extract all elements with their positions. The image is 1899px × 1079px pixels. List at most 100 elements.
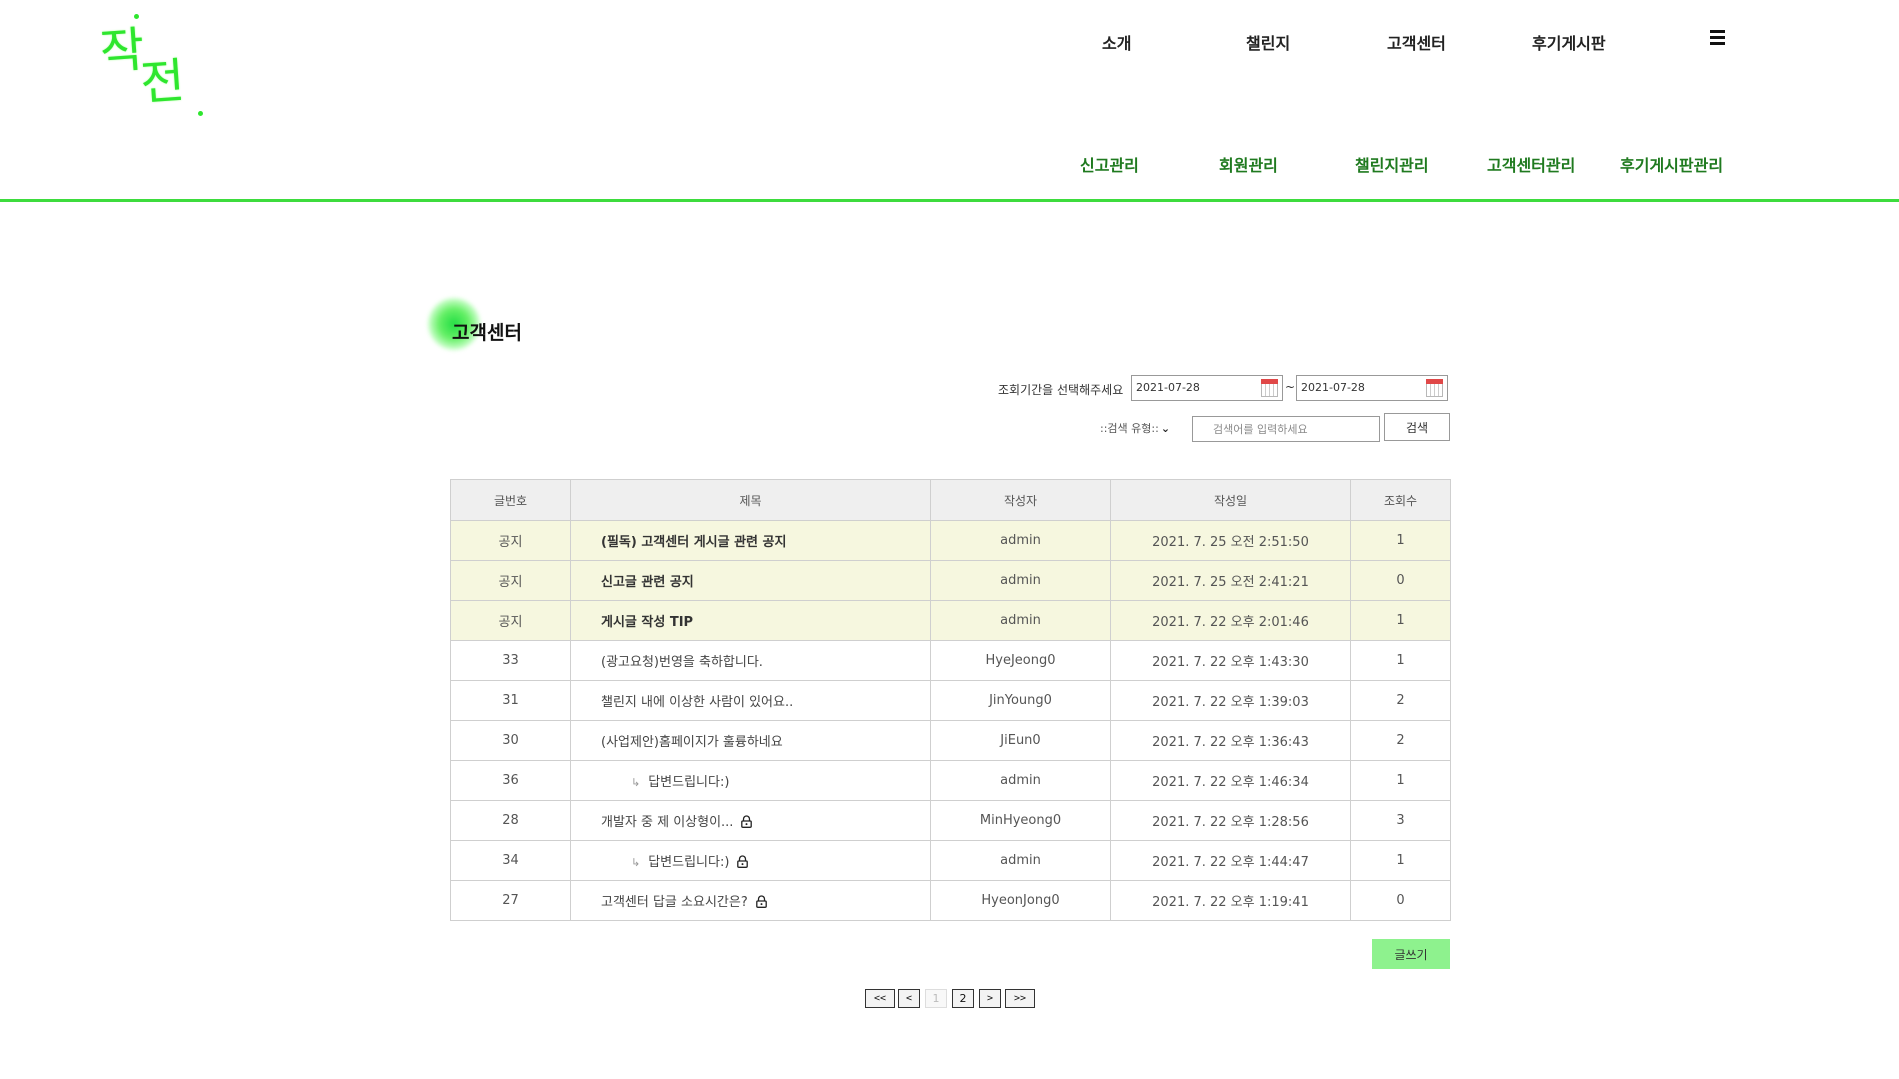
search-type-label: ::검색 유형:: <box>1100 422 1159 435</box>
admin-nav-members[interactable]: 회원관리 <box>1219 152 1278 176</box>
lock-icon <box>755 895 767 908</box>
hamburger-menu-icon[interactable] <box>1710 30 1725 48</box>
col-header-date: 작성일 <box>1110 479 1351 521</box>
table-row[interactable]: 27 고객센터 답글 소요시간은? HyeonJong0 2021. 7. 22… <box>450 880 1451 921</box>
calendar-icon[interactable] <box>1261 379 1278 397</box>
logo-dot <box>134 14 139 19</box>
date-to-field[interactable]: 2021-07-28 <box>1296 375 1448 401</box>
table-row[interactable]: 33 (광고요청)번영을 축하합니다. HyeJeong0 2021. 7. 2… <box>450 640 1451 681</box>
search-type-select[interactable]: ::검색 유형:: ⌄ <box>1100 420 1170 436</box>
nav-intro[interactable]: 소개 <box>1102 30 1131 54</box>
cell-author: JinYoung0 <box>930 680 1111 721</box>
cell-author: admin <box>930 840 1111 881</box>
table-row-notice[interactable]: 공지 게시글 작성 TIP admin 2021. 7. 22 오후 2:01:… <box>450 600 1451 641</box>
cell-title-link[interactable]: 고객센터 답글 소요시간은? <box>570 880 931 921</box>
cell-author: admin <box>930 760 1111 801</box>
period-label: 조회기간을 선택해주세요 <box>998 383 1124 397</box>
col-header-author: 작성자 <box>930 479 1111 521</box>
page-next-button[interactable]: > <box>979 989 1001 1008</box>
page-last-button[interactable]: >> <box>1005 989 1035 1008</box>
cell-title-text: 고객센터 답글 소요시간은? <box>601 895 748 910</box>
cell-views: 1 <box>1350 640 1451 681</box>
cell-title-link[interactable]: 챌린지 내에 이상한 사람이 있어요.. <box>570 680 931 721</box>
table-header-row: 글번호 제목 작성자 작성일 조회수 <box>450 479 1451 521</box>
cell-views: 2 <box>1350 720 1451 761</box>
page-number-current: 1 <box>925 989 947 1008</box>
admin-nav-support[interactable]: 고객센터관리 <box>1487 152 1575 176</box>
page-title: 고객센터 <box>452 322 522 344</box>
cell-title-link[interactable]: 신고글 관련 공지 <box>570 560 931 601</box>
cell-views: 1 <box>1350 760 1451 801</box>
cell-views: 3 <box>1350 800 1451 841</box>
header-divider <box>0 199 1899 202</box>
nav-support[interactable]: 고객센터 <box>1387 30 1446 54</box>
reply-arrow-icon: ↳ <box>631 856 641 869</box>
date-from-field[interactable]: 2021-07-28 <box>1131 375 1283 401</box>
cell-title-link[interactable]: (사업제안)홈페이지가 훌륭하네요 <box>570 720 931 761</box>
cell-no: 36 <box>450 760 571 801</box>
chevron-down-icon: ⌄ <box>1160 422 1171 435</box>
logo-text-top: 작 <box>98 22 141 81</box>
page-first-button[interactable]: << <box>865 989 895 1008</box>
admin-nav-challenges[interactable]: 챌린지관리 <box>1355 152 1429 176</box>
cell-title-link[interactable]: ↳ 답변드립니다:) <box>570 840 931 881</box>
site-logo[interactable]: 작전 <box>98 14 210 124</box>
cell-views: 0 <box>1350 560 1451 601</box>
date-range-separator: ~ <box>1285 380 1296 394</box>
page-number[interactable]: 2 <box>952 989 974 1008</box>
cell-views: 1 <box>1350 520 1451 561</box>
cell-views: 1 <box>1350 600 1451 641</box>
cell-title-link[interactable]: (필독) 고객센터 게시글 관련 공지 <box>570 520 931 561</box>
admin-nav: 신고관리 회원관리 챌린지관리 고객센터관리 후기게시판관리 <box>1060 152 1760 176</box>
table-row[interactable]: 31 챌린지 내에 이상한 사람이 있어요.. JinYoung0 2021. … <box>450 680 1451 721</box>
col-header-title: 제목 <box>570 479 931 521</box>
cell-date: 2021. 7. 25 오전 2:41:21 <box>1110 560 1351 601</box>
admin-nav-reports[interactable]: 신고관리 <box>1080 152 1139 176</box>
cell-author: HyeonJong0 <box>930 880 1111 921</box>
cell-date: 2021. 7. 22 오후 1:44:47 <box>1110 840 1351 881</box>
cell-title-link[interactable]: 게시글 작성 TIP <box>570 600 931 641</box>
cell-title-link[interactable]: 개발자 중 제 이상형이... <box>570 800 931 841</box>
nav-reviews[interactable]: 후기게시판 <box>1532 30 1606 54</box>
table-row-notice[interactable]: 공지 (필독) 고객센터 게시글 관련 공지 admin 2021. 7. 25… <box>450 520 1451 561</box>
table-row-reply[interactable]: 34 ↳ 답변드립니다:) admin 2021. 7. 22 오후 1:44:4… <box>450 840 1451 881</box>
search-button[interactable]: 검색 <box>1384 413 1450 441</box>
cell-title-text: 답변드립니다:) <box>648 855 730 870</box>
date-to-value: 2021-07-28 <box>1301 381 1365 394</box>
table-row[interactable]: 30 (사업제안)홈페이지가 훌륭하네요 JiEun0 2021. 7. 22 … <box>450 720 1451 761</box>
cell-no: 27 <box>450 880 571 921</box>
calendar-icon[interactable] <box>1426 379 1443 397</box>
cell-date: 2021. 7. 22 오후 1:19:41 <box>1110 880 1351 921</box>
col-header-no: 글번호 <box>450 479 571 521</box>
table-row[interactable]: 28 개발자 중 제 이상형이... MinHyeong0 2021. 7. 2… <box>450 800 1451 841</box>
write-post-button[interactable]: 글쓰기 <box>1372 939 1450 969</box>
admin-nav-reviews[interactable]: 후기게시판관리 <box>1620 152 1723 176</box>
logo-wordmark: 작전 <box>98 22 180 112</box>
cell-title-text: 답변드립니다:) <box>648 775 730 790</box>
table-row-reply[interactable]: 36 ↳ 답변드립니다:) admin 2021. 7. 22 오후 1:46:3… <box>450 760 1451 801</box>
cell-date: 2021. 7. 22 오후 1:28:56 <box>1110 800 1351 841</box>
cell-title-text: 개발자 중 제 이상형이... <box>601 815 734 830</box>
cell-no: 공지 <box>450 600 571 641</box>
logo-text-bottom: 전 <box>138 53 181 112</box>
nav-challenge[interactable]: 챌린지 <box>1246 30 1290 54</box>
cell-author: admin <box>930 520 1111 561</box>
support-board-table: 글번호 제목 작성자 작성일 조회수 공지 (필독) 고객센터 게시글 관련 공… <box>450 479 1451 921</box>
cell-title-link[interactable]: ↳ 답변드립니다:) <box>570 760 931 801</box>
cell-title-link[interactable]: (광고요청)번영을 축하합니다. <box>570 640 931 681</box>
search-input[interactable] <box>1192 416 1380 442</box>
page-prev-button[interactable]: < <box>898 989 920 1008</box>
col-header-views: 조회수 <box>1350 479 1451 521</box>
cell-no: 28 <box>450 800 571 841</box>
cell-no: 31 <box>450 680 571 721</box>
top-nav: 소개 챌린지 고객센터 후기게시판 <box>1060 30 1740 54</box>
cell-author: MinHyeong0 <box>930 800 1111 841</box>
cell-author: JiEun0 <box>930 720 1111 761</box>
cell-author: admin <box>930 560 1111 601</box>
table-row-notice[interactable]: 공지 신고글 관련 공지 admin 2021. 7. 25 오전 2:41:2… <box>450 560 1451 601</box>
cell-date: 2021. 7. 22 오후 2:01:46 <box>1110 600 1351 641</box>
date-from-value: 2021-07-28 <box>1136 381 1200 394</box>
cell-views: 1 <box>1350 840 1451 881</box>
logo-dot <box>198 111 203 116</box>
cell-views: 0 <box>1350 880 1451 921</box>
